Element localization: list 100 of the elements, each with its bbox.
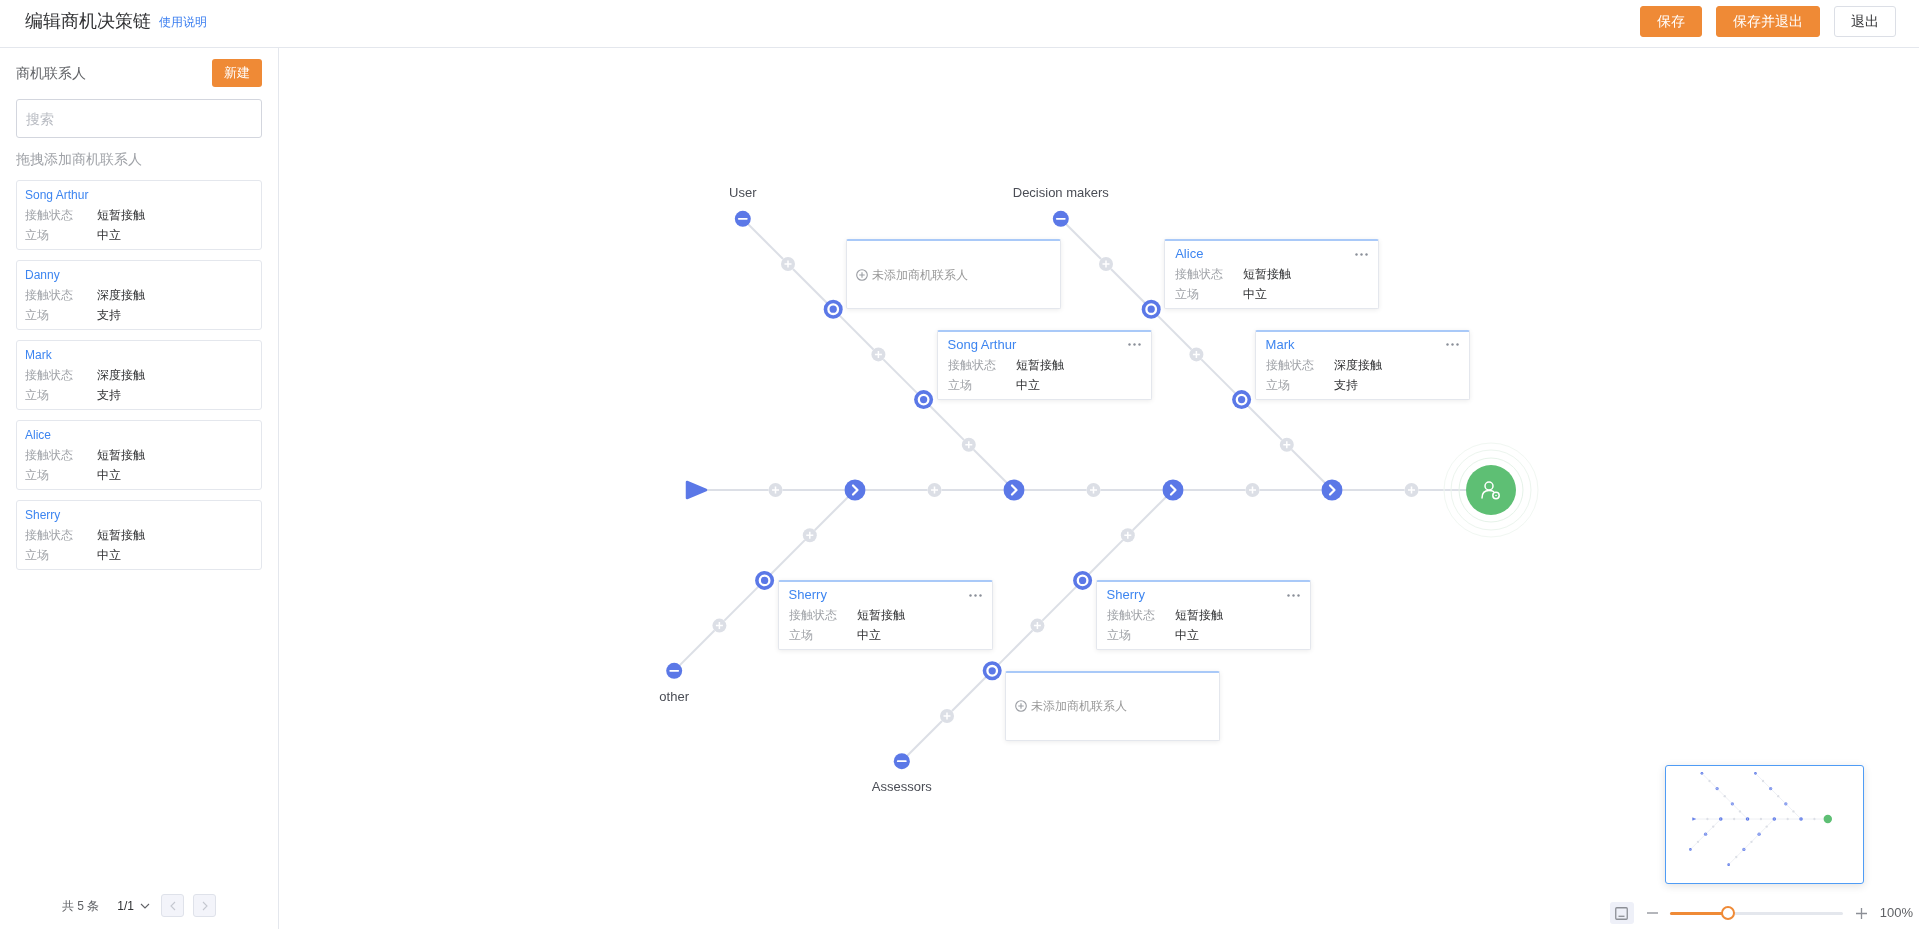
chevron-right-icon[interactable]	[844, 479, 866, 501]
play-icon[interactable]	[685, 480, 708, 500]
contact-card[interactable]: Alice 接触状态 短暂接触 立场 中立	[1164, 239, 1380, 310]
chevron-right-icon	[201, 900, 208, 911]
page-select[interactable]: 1/1	[117, 896, 150, 915]
more-icon[interactable]	[1445, 343, 1459, 347]
connector-line	[1247, 405, 1283, 441]
ring-icon[interactable]	[755, 570, 775, 590]
ring-icon[interactable]	[1232, 390, 1252, 410]
header-button[interactable]: 保存	[1640, 5, 1702, 37]
connector-line	[1131, 496, 1167, 532]
connector-line	[723, 586, 759, 622]
field-label: 立场	[25, 387, 50, 404]
field-value: 短暂接触	[97, 447, 145, 464]
field-label: 立场	[25, 547, 50, 564]
connector-line	[1065, 223, 1103, 261]
header-button[interactable]: 保存并退出	[1716, 5, 1820, 37]
more-icon[interactable]	[1286, 593, 1300, 597]
chevron-left-icon	[169, 900, 176, 911]
field-value: 短暂接触	[97, 527, 145, 544]
contact-card[interactable]: Sherry 接触状态 短暂接触 立场 中立	[1095, 580, 1311, 651]
search-field[interactable]: 搜索	[16, 99, 262, 138]
chevron-right-icon[interactable]	[1003, 479, 1025, 501]
field-value: 中立	[1174, 627, 1199, 645]
more-icon[interactable]	[968, 593, 982, 597]
branch-label: User	[729, 184, 757, 201]
connector-line	[1417, 489, 1467, 491]
field-label: 立场	[788, 627, 814, 645]
branch-label: Decision makers	[1012, 184, 1109, 201]
chevron-right-icon[interactable]	[1162, 479, 1184, 501]
help-link[interactable]: 使用说明	[159, 13, 207, 31]
contact-name[interactable]: Danny	[25, 265, 253, 285]
connector-line	[781, 489, 846, 491]
new-contact-button[interactable]: 新建	[212, 59, 262, 87]
contact-name[interactable]: Sherry	[25, 505, 253, 525]
contact-name[interactable]: Mark	[25, 345, 253, 365]
field-label: 立场	[25, 467, 50, 484]
contact-name[interactable]: Sherry	[788, 585, 827, 606]
field-value: 短暂接触	[1015, 356, 1064, 374]
empty-card[interactable]: 未添加商机联系人	[1005, 670, 1221, 741]
drag-hint: 拖拽添加商机联系人	[16, 150, 143, 169]
field-value: 短暂接触	[1174, 607, 1223, 625]
chevron-right-icon[interactable]	[1321, 479, 1343, 501]
minus-icon[interactable]	[666, 662, 683, 679]
empty-card[interactable]: 未添加商机联系人	[846, 239, 1062, 310]
contact-card[interactable]: Sherry 接触状态 短暂接触 立场 中立	[777, 580, 993, 651]
minus-icon[interactable]	[1052, 210, 1069, 227]
field-label: 立场	[1265, 376, 1291, 394]
minus-icon[interactable]	[734, 210, 751, 227]
field-value: 支持	[97, 387, 121, 404]
field-label: 接触状态	[25, 287, 74, 304]
field-label: 接触状态	[1175, 266, 1225, 284]
contact-name[interactable]: Song Arthur	[25, 185, 253, 205]
header-button[interactable]: 退出	[1834, 5, 1896, 37]
contact-card[interactable]: Mark 接触状态 深度接触 立场 支持	[16, 340, 262, 410]
contact-name[interactable]: Alice	[25, 425, 253, 445]
field-label: 接触状态	[1106, 607, 1156, 625]
contact-name[interactable]: Mark	[1265, 334, 1295, 355]
field-label: 立场	[947, 376, 973, 394]
branch-label: other	[659, 688, 689, 705]
user-settings-icon[interactable]	[1443, 442, 1539, 538]
contact-card[interactable]: Danny 接触状态 深度接触 立场 支持	[16, 260, 262, 330]
contact-name[interactable]: Sherry	[1106, 585, 1145, 606]
field-label: 立场	[1175, 286, 1201, 304]
contact-name[interactable]: Alice	[1175, 244, 1204, 265]
contact-card[interactable]: Song Arthur 接触状态 短暂接触 立场 中立	[16, 180, 262, 250]
minimap-toggle-button[interactable]	[1609, 902, 1634, 924]
field-value: 中立	[856, 627, 881, 645]
connector-line	[791, 267, 828, 304]
ring-icon[interactable]	[823, 299, 843, 319]
zoom-slider[interactable]	[1669, 906, 1843, 920]
contact-card[interactable]: Sherry 接触状态 短暂接触 立场 中立	[16, 500, 262, 570]
empty-hint: 未添加商机联系人	[1031, 698, 1128, 716]
more-icon[interactable]	[1127, 343, 1141, 347]
more-icon[interactable]	[1355, 252, 1369, 256]
contact-name[interactable]: Song Arthur	[947, 334, 1017, 355]
minus-icon[interactable]	[893, 753, 910, 770]
minimap-panel[interactable]	[1665, 765, 1864, 884]
field-value: 深度接触	[97, 367, 145, 384]
field-value: 中立	[97, 547, 121, 564]
connector-line	[838, 314, 875, 351]
sidebar-title: 商机联系人	[16, 63, 86, 83]
add-icon[interactable]	[856, 268, 869, 281]
contact-card[interactable]: Song Arthur 接触状态 短暂接触 立场 中立	[936, 329, 1152, 400]
ring-icon[interactable]	[914, 390, 934, 410]
connector-line	[1156, 314, 1193, 351]
field-label: 接触状态	[788, 607, 838, 625]
zoom-percentage: 100%	[1879, 904, 1913, 923]
connector-line	[1041, 586, 1077, 622]
ring-icon[interactable]	[1073, 570, 1093, 590]
ring-icon[interactable]	[982, 661, 1002, 681]
slider-thumb[interactable]	[1720, 906, 1735, 920]
ring-icon[interactable]	[1141, 299, 1161, 319]
zoom-in-icon[interactable]	[1855, 907, 1867, 919]
contact-card[interactable]: Alice 接触状态 短暂接触 立场 中立	[16, 420, 262, 490]
connector-line	[1200, 358, 1236, 394]
connector-line	[1109, 267, 1146, 304]
field-label: 立场	[25, 227, 50, 244]
contact-card[interactable]: Mark 接触状态 深度接触 立场 支持	[1254, 329, 1470, 400]
add-icon[interactable]	[1015, 700, 1028, 713]
